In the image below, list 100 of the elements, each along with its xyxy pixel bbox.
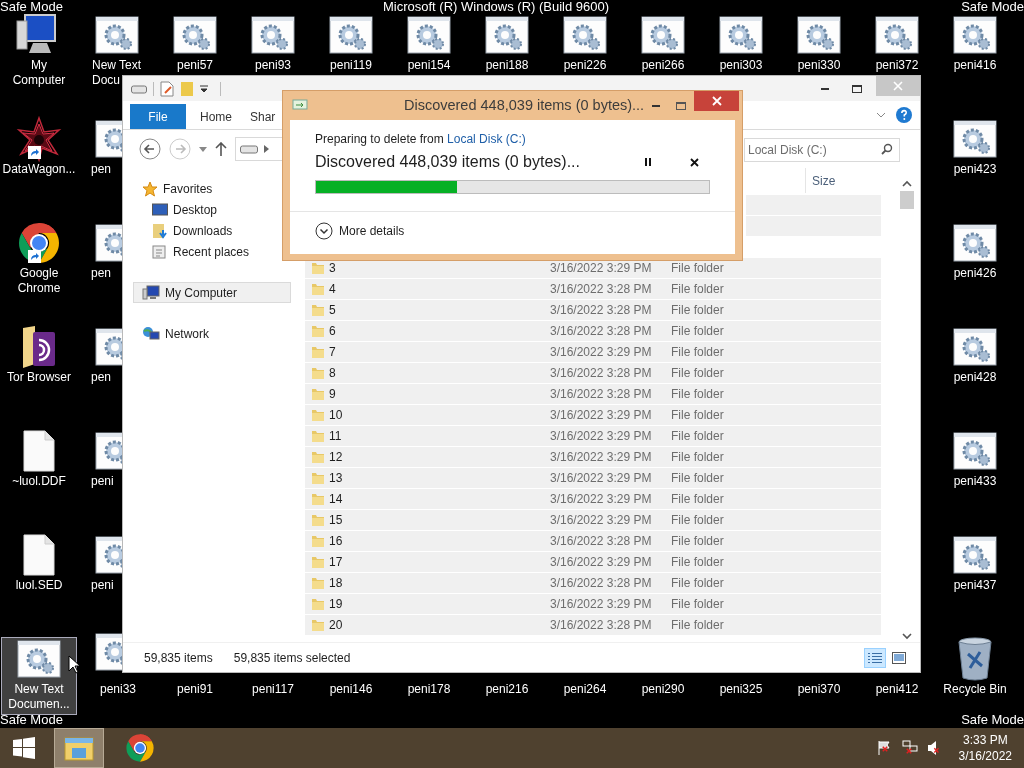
folder-icon <box>311 450 325 464</box>
folder-icon <box>311 345 325 359</box>
file-row[interactable]: 5 3/16/2022 3:28 PM File folder <box>305 300 881 321</box>
gear-document-icon <box>173 16 217 54</box>
drive-icon[interactable] <box>131 83 147 94</box>
gear-document-icon <box>563 16 607 54</box>
file-row[interactable]: 12 3/16/2022 3:29 PM File folder <box>305 447 881 468</box>
folder-icon <box>311 555 325 569</box>
folder-icon <box>311 513 325 527</box>
gear-document-icon <box>407 16 451 54</box>
selection-count: 59,835 items selected <box>233 649 351 667</box>
ribbon-tab[interactable]: Home <box>186 104 236 129</box>
flag-icon[interactable] <box>876 740 893 756</box>
file-row[interactable]: 13 3/16/2022 3:29 PM File folder <box>305 468 881 489</box>
safe-mode-label: Safe Mode <box>0 713 63 726</box>
dropdown-icon[interactable] <box>200 84 208 93</box>
close-icon <box>711 96 722 106</box>
gear-document-icon <box>953 16 997 54</box>
nav-item[interactable]: My Computer <box>133 282 291 303</box>
file-row[interactable]: 10 3/16/2022 3:29 PM File folder <box>305 405 881 426</box>
windows-logo-icon <box>13 737 35 759</box>
network-icon <box>142 325 160 342</box>
folder-icon <box>311 324 325 338</box>
document-icon <box>23 430 55 472</box>
gear-document-icon <box>953 536 997 574</box>
file-transfer-icon <box>292 98 308 113</box>
nav-item[interactable]: Network <box>123 323 301 344</box>
file-row[interactable]: 9 3/16/2022 3:28 PM File folder <box>305 384 881 405</box>
folder-icon <box>311 303 325 317</box>
safe-mode-label: Safe Mode <box>961 713 1024 726</box>
search-field[interactable]: Local Disk (C:) <box>744 138 900 162</box>
help-icon[interactable] <box>896 107 912 123</box>
gear-document-icon <box>797 16 841 54</box>
gear-document-icon <box>485 16 529 54</box>
file-row[interactable]: 14 3/16/2022 3:29 PM File folder <box>305 489 881 510</box>
file-row[interactable]: 15 3/16/2022 3:29 PM File folder <box>305 510 881 531</box>
file-row[interactable]: 20 3/16/2022 3:28 PM File folder <box>305 615 881 636</box>
properties-icon[interactable] <box>160 80 174 97</box>
nav-item[interactable]: Downloads <box>123 220 301 241</box>
mouse-pointer-icon <box>68 655 80 674</box>
scroll-down-icon[interactable] <box>901 632 912 640</box>
network-icon[interactable] <box>900 740 919 756</box>
folder-icon <box>64 735 94 761</box>
monitor-icon <box>152 202 168 217</box>
desktop-icon[interactable]: New Text Documen... <box>1 637 77 715</box>
gear-document-icon <box>95 16 139 54</box>
column-header[interactable]: Size <box>805 168 881 193</box>
folder-icon <box>311 492 325 506</box>
explorer-taskbar-button[interactable] <box>54 728 104 768</box>
item-count: 59,835 items <box>144 649 213 667</box>
close-icon <box>893 81 903 91</box>
gear-document-icon <box>953 120 997 158</box>
folder-icon <box>311 534 325 548</box>
scroll-up-icon[interactable] <box>901 180 912 188</box>
file-row[interactable]: 16 3/16/2022 3:28 PM File folder <box>305 531 881 552</box>
ribbon-tab[interactable]: Shar <box>236 104 280 129</box>
location-link[interactable]: Local Disk (C:) <box>447 132 526 146</box>
folder-icon <box>311 387 325 401</box>
document-icon <box>23 534 55 576</box>
more-details-button[interactable]: More details <box>315 222 405 240</box>
up-arrow-icon[interactable] <box>215 142 227 156</box>
file-row[interactable]: 18 3/16/2022 3:28 PM File folder <box>305 573 881 594</box>
nav-item[interactable]: Recent places <box>123 241 301 262</box>
chrome-logo-icon <box>125 733 155 763</box>
folder-icon <box>311 597 325 611</box>
cancel-button[interactable] <box>687 155 701 169</box>
file-row[interactable]: 6 3/16/2022 3:28 PM File folder <box>305 321 881 342</box>
file-row[interactable]: 4 3/16/2022 3:28 PM File folder <box>305 279 881 300</box>
status-text: Discovered 448,039 items (0 bytes)... <box>315 152 580 172</box>
folder-icon <box>311 261 325 275</box>
nav-item[interactable]: Favorites <box>123 178 301 199</box>
gear-document-icon <box>251 16 295 54</box>
safe-mode-label: Safe Mode <box>0 0 63 13</box>
file-row[interactable]: 8 3/16/2022 3:28 PM File folder <box>305 363 881 384</box>
file-row[interactable]: 11 3/16/2022 3:29 PM File folder <box>305 426 881 447</box>
details-view-button[interactable] <box>864 647 886 668</box>
file-row[interactable]: 17 3/16/2022 3:29 PM File folder <box>305 552 881 573</box>
preparing-text: Preparing to delete from Local Disk (C:) <box>315 131 527 147</box>
search-icon <box>881 143 893 155</box>
dialog-title: Discovered 448,039 items (0 bytes)... <box>403 95 645 115</box>
close-icon <box>689 157 699 167</box>
folder-icon <box>311 366 325 380</box>
folder-icon <box>311 282 325 296</box>
file-row[interactable]: 19 3/16/2022 3:29 PM File folder <box>305 594 881 615</box>
close-button[interactable] <box>694 91 739 111</box>
drive-icon <box>240 144 258 154</box>
chevron-down-icon[interactable] <box>876 112 886 118</box>
safe-mode-label: Safe Mode <box>961 0 1024 13</box>
ribbon-tab[interactable]: File <box>130 104 186 129</box>
scroll-thumb[interactable] <box>899 191 914 209</box>
folder-icon <box>311 576 325 590</box>
gear-document-icon <box>953 432 997 470</box>
gear-document-icon <box>953 328 997 366</box>
clock[interactable]: 3:33 PM 3/16/2022 <box>958 732 1012 764</box>
nav-item[interactable]: Desktop <box>123 199 301 220</box>
star-icon <box>142 180 158 197</box>
file-row[interactable]: 7 3/16/2022 3:29 PM File folder <box>305 342 881 363</box>
recycle-bin-icon <box>956 636 994 682</box>
chevron-right-icon <box>264 145 269 153</box>
gear-document-icon <box>953 224 997 262</box>
